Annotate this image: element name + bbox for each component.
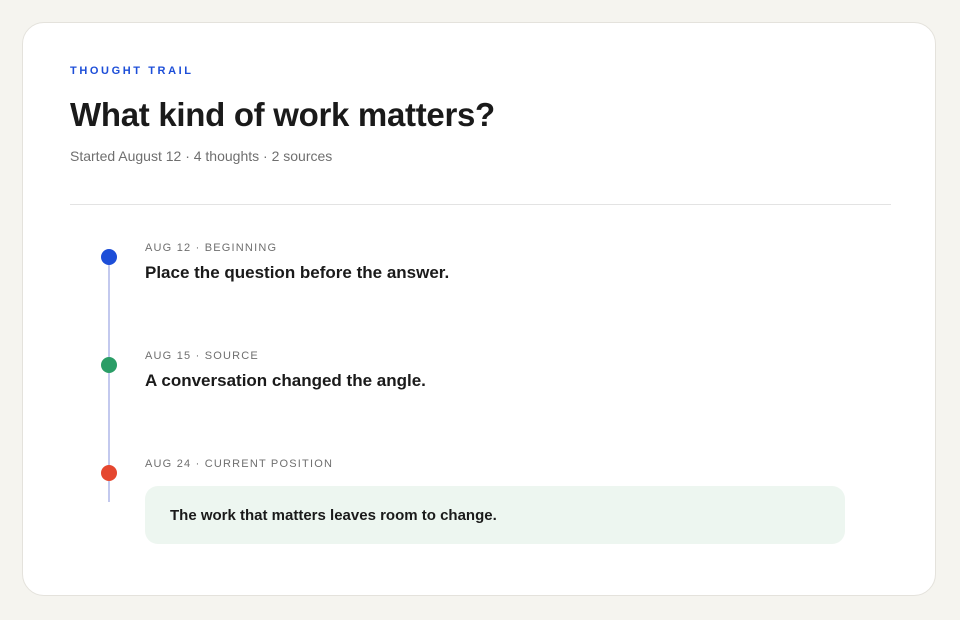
entry-meta: AUG 24 · CURRENT POSITION: [145, 458, 334, 470]
current-position-text: The work that matters leaves room to cha…: [170, 506, 497, 524]
page-title: What kind of work matters?: [70, 96, 495, 133]
header-divider: [70, 204, 891, 205]
entry-text: A conversation changed the angle.: [145, 371, 426, 390]
entry-meta: AUG 12 · BEGINNING: [145, 242, 278, 254]
current-position-box[interactable]: The work that matters leaves room to cha…: [145, 486, 845, 544]
timeline-dot-current: [101, 465, 117, 481]
timeline-dot-source: [101, 357, 117, 373]
timeline-dot-beginning: [101, 249, 117, 265]
timeline-entry[interactable]: AUG 15 · SOURCE A conversation changed t…: [145, 350, 426, 391]
trail-meta: Started August 12 · 4 thoughts · 2 sourc…: [70, 148, 333, 164]
thought-trail-card: THOUGHT TRAIL What kind of work matters?…: [22, 22, 936, 596]
section-eyebrow: THOUGHT TRAIL: [70, 65, 194, 77]
entry-text: Place the question before the answer.: [145, 263, 450, 282]
timeline-entry-current: AUG 24 · CURRENT POSITION: [145, 458, 333, 470]
entry-meta: AUG 15 · SOURCE: [145, 350, 259, 362]
timeline-entry[interactable]: AUG 12 · BEGINNING Place the question be…: [145, 242, 449, 283]
